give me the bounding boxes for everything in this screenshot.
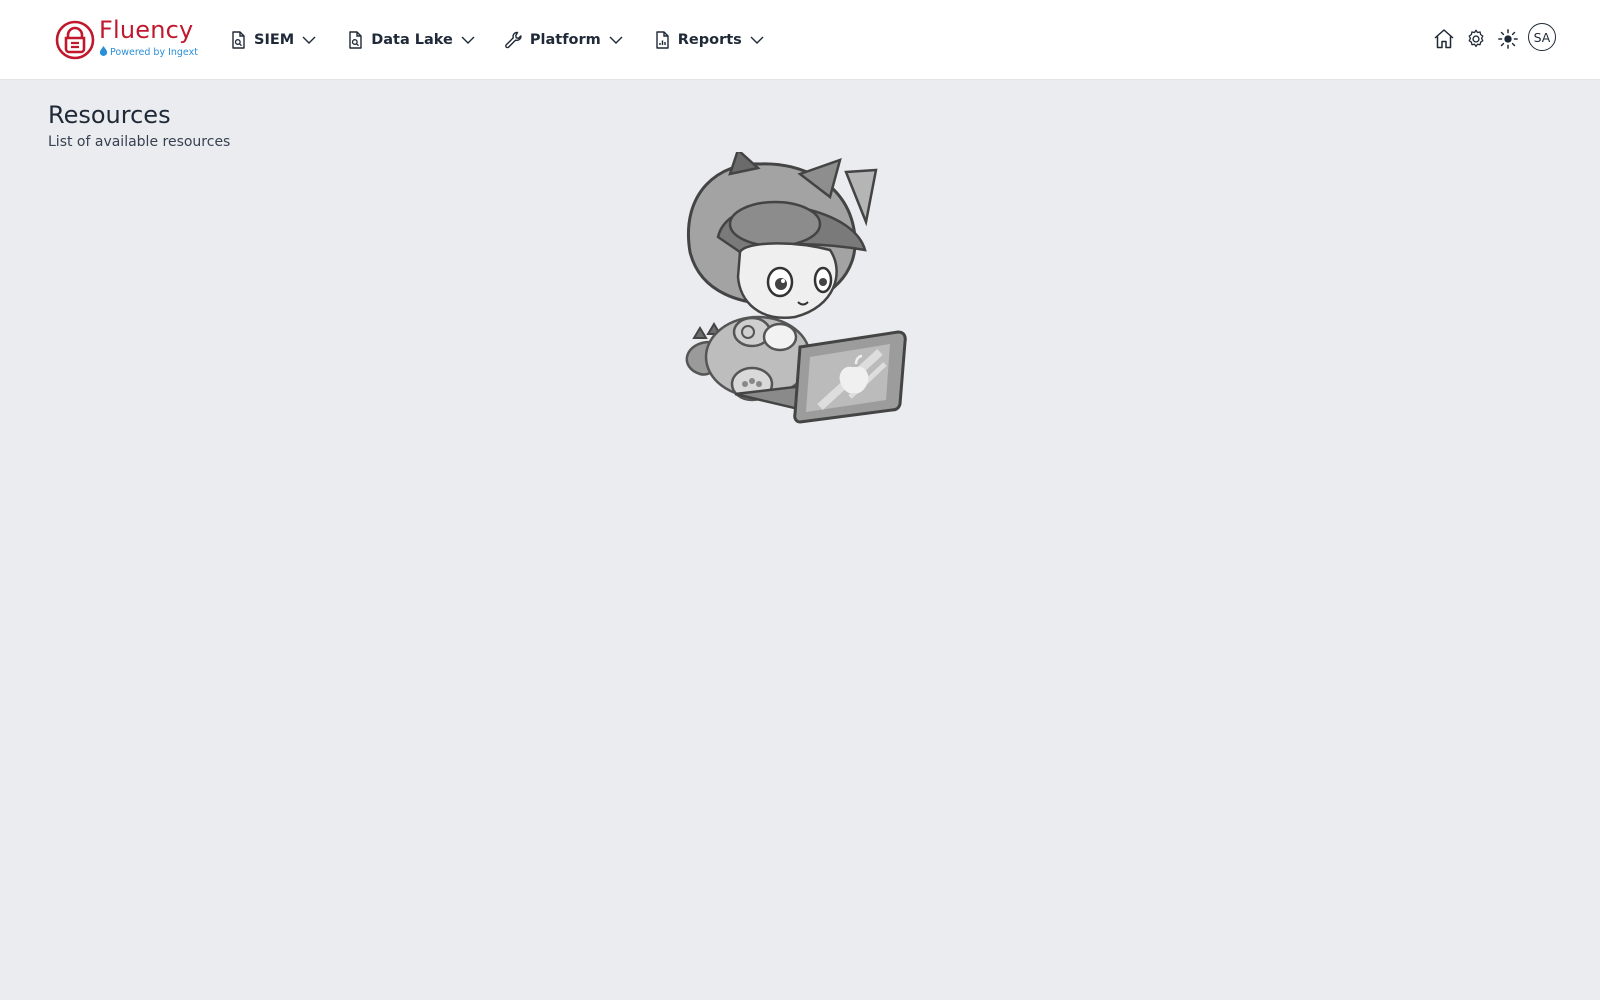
chevron-down-icon [301, 32, 317, 48]
nav-platform[interactable]: Platform [504, 22, 624, 58]
chevron-down-icon [608, 32, 624, 48]
fluency-logo[interactable]: Fluency Powered by Ingext [55, 16, 198, 62]
nav-data-lake[interactable]: Data Lake [345, 22, 476, 58]
main-nav: SIEM Data Lake Platform Reports [228, 22, 793, 58]
document-search-icon [345, 30, 365, 50]
nav-data-lake-label: Data Lake [371, 32, 453, 48]
document-chart-icon [652, 30, 672, 50]
brand-name: Fluency [99, 16, 194, 44]
home-icon[interactable] [1432, 27, 1456, 51]
nav-reports-label: Reports [677, 32, 742, 48]
sun-icon[interactable] [1496, 27, 1520, 51]
nav-siem[interactable]: SIEM [228, 22, 317, 58]
nav-siem-label: SIEM [254, 32, 295, 48]
user-avatar[interactable]: SA [1528, 23, 1556, 51]
nav-reports[interactable]: Reports [652, 22, 765, 58]
chevron-down-icon [460, 32, 476, 48]
brand-tagline: Powered by Ingext [99, 46, 198, 58]
chevron-down-icon [749, 32, 765, 48]
page-title: Resources [48, 101, 171, 129]
page-subtitle: List of available resources [48, 134, 231, 150]
nav-platform-label: Platform [529, 32, 601, 48]
document-search-icon [228, 30, 248, 50]
header-tools: SA [1424, 23, 1556, 55]
wrench-icon [504, 30, 524, 50]
fluency-logo-mark-icon [55, 20, 95, 60]
top-navigation-bar: Fluency Powered by Ingext SIEM Data Lake… [0, 0, 1600, 80]
ingext-drop-icon [99, 46, 108, 56]
loading-mascot-illustration [685, 152, 907, 424]
gear-icon[interactable] [1464, 27, 1488, 51]
